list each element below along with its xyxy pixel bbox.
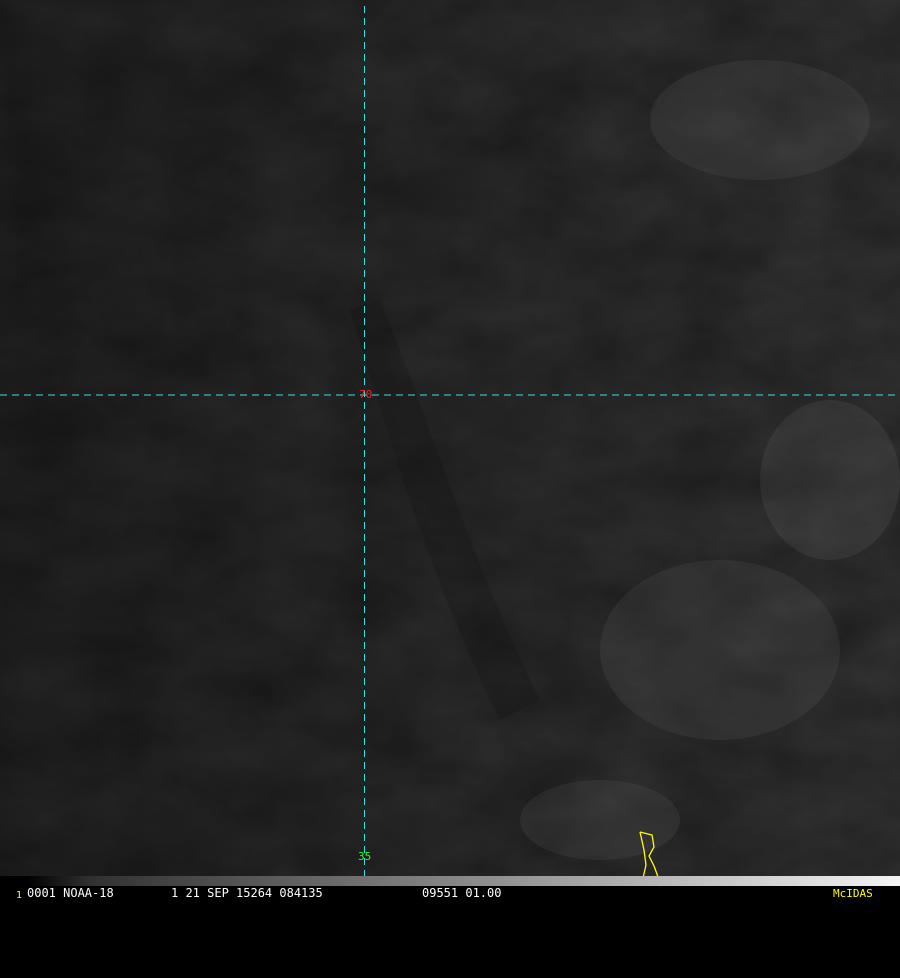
- grayscale-bar: [0, 876, 900, 886]
- frame-number: 1: [16, 890, 23, 901]
- satellite-image: [0, 0, 900, 887]
- frame-time: 1 21 SEP 15264 084135: [171, 886, 323, 900]
- mcidas-label: McIDAS: [833, 887, 873, 900]
- status-bar: 1 0001 NOAA-18 1 21 SEP 15264 084135 095…: [0, 876, 900, 902]
- frame-id: 0001 NOAA-18: [27, 886, 114, 900]
- latitude-label: 70: [359, 388, 373, 401]
- longitude-label: 35: [358, 850, 372, 863]
- frame-extra: 09551 01.00: [422, 886, 502, 900]
- status-line: 1 0001 NOAA-18 1 21 SEP 15264 084135 095…: [0, 886, 900, 902]
